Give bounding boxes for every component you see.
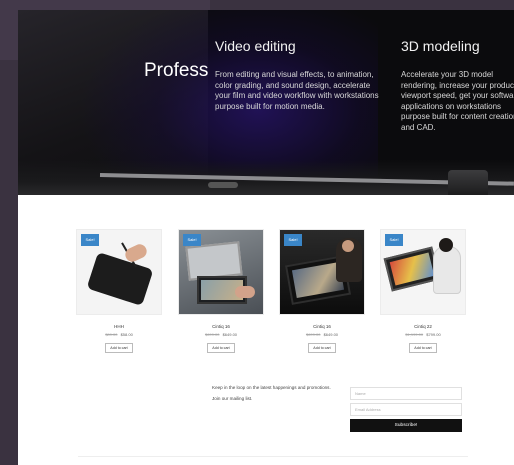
face-shape [342,240,354,252]
add-to-cart-button[interactable]: Add to cart [308,343,336,353]
product-name[interactable]: Cintiq 16 [279,324,365,329]
product-name[interactable]: HHH [76,324,162,329]
old-price: $89.00 [105,332,118,337]
sale-badge: Sale! [284,234,302,246]
hero-headline: Profess [144,60,209,81]
old-price: $699.00 [305,332,321,337]
feature-3d-modeling: 3D modeling Accelerate your 3D model ren… [401,38,514,133]
subscribe-button[interactable]: Subscribe! [350,419,462,432]
sale-price: $649.00 [222,332,238,337]
product-card[interactable]: Sale! Cintiq 16 $699.00 $649.00 Add to c… [178,229,264,353]
hero-monitor-foot [208,182,238,188]
add-to-cart-button[interactable]: Add to cart [207,343,235,353]
feature-body: From editing and visual effects, to anim… [215,70,379,111]
product-price: $1,199.00 $799.00 [380,332,466,337]
old-price: $699.00 [204,332,220,337]
product-name[interactable]: Cintiq 16 [178,324,264,329]
product-name[interactable]: Cintiq 22 [380,324,466,329]
product-image[interactable]: Sale! [76,229,162,315]
product-price: $699.00 $649.00 [279,332,365,337]
hero-banner: Profess Video editing From editing and v… [18,10,514,195]
product-grid: Sale! HHH $89.00 $58.00 Add to cart Sale… [76,229,466,359]
product-image[interactable]: Sale! [178,229,264,315]
product-image[interactable]: Sale! [279,229,365,315]
name-input[interactable]: Name [350,387,462,400]
feature-video-editing: Video editing From editing and visual ef… [215,38,387,112]
product-image[interactable]: Sale! [380,229,466,315]
product-card[interactable]: Sale! HHH $89.00 $58.00 Add to cart [76,229,162,353]
hero-pen-stand [448,170,488,195]
product-price: $699.00 $649.00 [178,332,264,337]
product-card[interactable]: Sale! Cintiq 16 $699.00 $649.00 Add to c… [279,229,365,353]
add-to-cart-button[interactable]: Add to cart [409,343,437,353]
feature-body: Accelerate your 3D model rendering, incr… [401,70,514,132]
product-price: $89.00 $58.00 [76,332,162,337]
add-to-cart-button[interactable]: Add to cart [105,343,133,353]
head-shape [439,238,453,252]
email-input[interactable]: Email Address [350,403,462,416]
product-card[interactable]: Sale! Cintiq 22 $1,199.00 $799.00 Add to… [380,229,466,353]
feature-title: 3D modeling [401,38,480,54]
sale-price: $799.00 [426,332,441,337]
sale-badge: Sale! [183,234,201,246]
laptop-shape [185,241,243,281]
sale-price: $58.00 [120,332,133,337]
newsletter-line: Join our mailing list. [212,396,253,401]
web-page: Profess Video editing From editing and v… [18,10,514,465]
sale-badge: Sale! [81,234,99,246]
feature-title: Video editing [215,38,296,54]
old-price: $1,199.00 [405,332,424,337]
sale-badge: Sale! [385,234,403,246]
hand-shape [235,286,255,298]
newsletter-text: Keep in the loop on the latest happening… [212,382,352,404]
footer-divider [78,456,468,457]
person-shape [433,246,461,294]
tablet-shape [86,251,154,307]
sale-price: $649.00 [323,332,339,337]
newsletter-line: Keep in the loop on the latest happening… [212,385,331,390]
